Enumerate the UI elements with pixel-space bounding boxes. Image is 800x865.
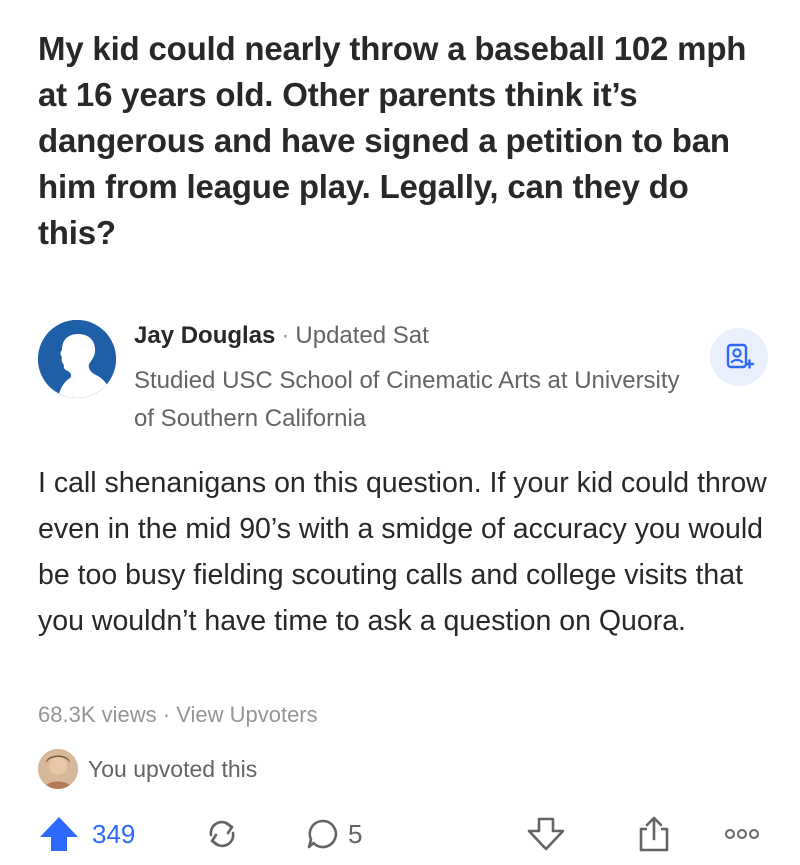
author-name[interactable]: Jay Douglas [134, 322, 275, 349]
upvoted-text: You upvoted this [88, 755, 258, 782]
upvote-arrow-icon [40, 817, 78, 851]
reshare-icon [209, 820, 235, 848]
upvote-button[interactable]: 349 [38, 808, 135, 860]
updated-timestamp[interactable]: Updated Sat [295, 322, 428, 349]
separator-dot: · [281, 322, 290, 349]
user-photo-icon [38, 749, 78, 789]
share-button[interactable] [636, 808, 672, 860]
downvote-button[interactable] [526, 808, 566, 860]
upvoted-indicator: You upvoted this [38, 748, 257, 790]
author-line: Jay Douglas · Updated Sat [134, 320, 429, 352]
answer-body: I call shenanigans on this question. If … [38, 467, 767, 637]
view-upvoters-link[interactable]: View Upvoters [176, 702, 317, 727]
downvote-arrow-icon [527, 817, 565, 851]
more-options-button[interactable] [724, 808, 760, 860]
follow-person-icon [726, 343, 754, 369]
view-count: 68.3K views [38, 702, 157, 727]
reshare-button[interactable] [203, 808, 241, 860]
author-avatar[interactable] [38, 320, 116, 398]
comment-button[interactable]: 5 [306, 808, 362, 860]
answer-meta: 68.3K views · View Upvoters [38, 700, 318, 730]
meta-separator: · [162, 702, 171, 727]
upvote-count: 349 [92, 818, 136, 849]
action-bar: 349 5 [38, 808, 778, 860]
person-silhouette-icon [38, 320, 116, 398]
more-dots-icon [725, 829, 759, 839]
user-avatar[interactable] [38, 749, 78, 789]
author-credential: Studied USC School of Cinematic Arts at … [134, 367, 680, 432]
comment-count: 5 [348, 818, 363, 849]
share-upload-icon [639, 816, 669, 852]
follow-author-button[interactable] [710, 328, 768, 386]
comment-bubble-icon [307, 819, 338, 849]
question-title[interactable]: My kid could nearly throw a baseball 102… [38, 26, 768, 256]
